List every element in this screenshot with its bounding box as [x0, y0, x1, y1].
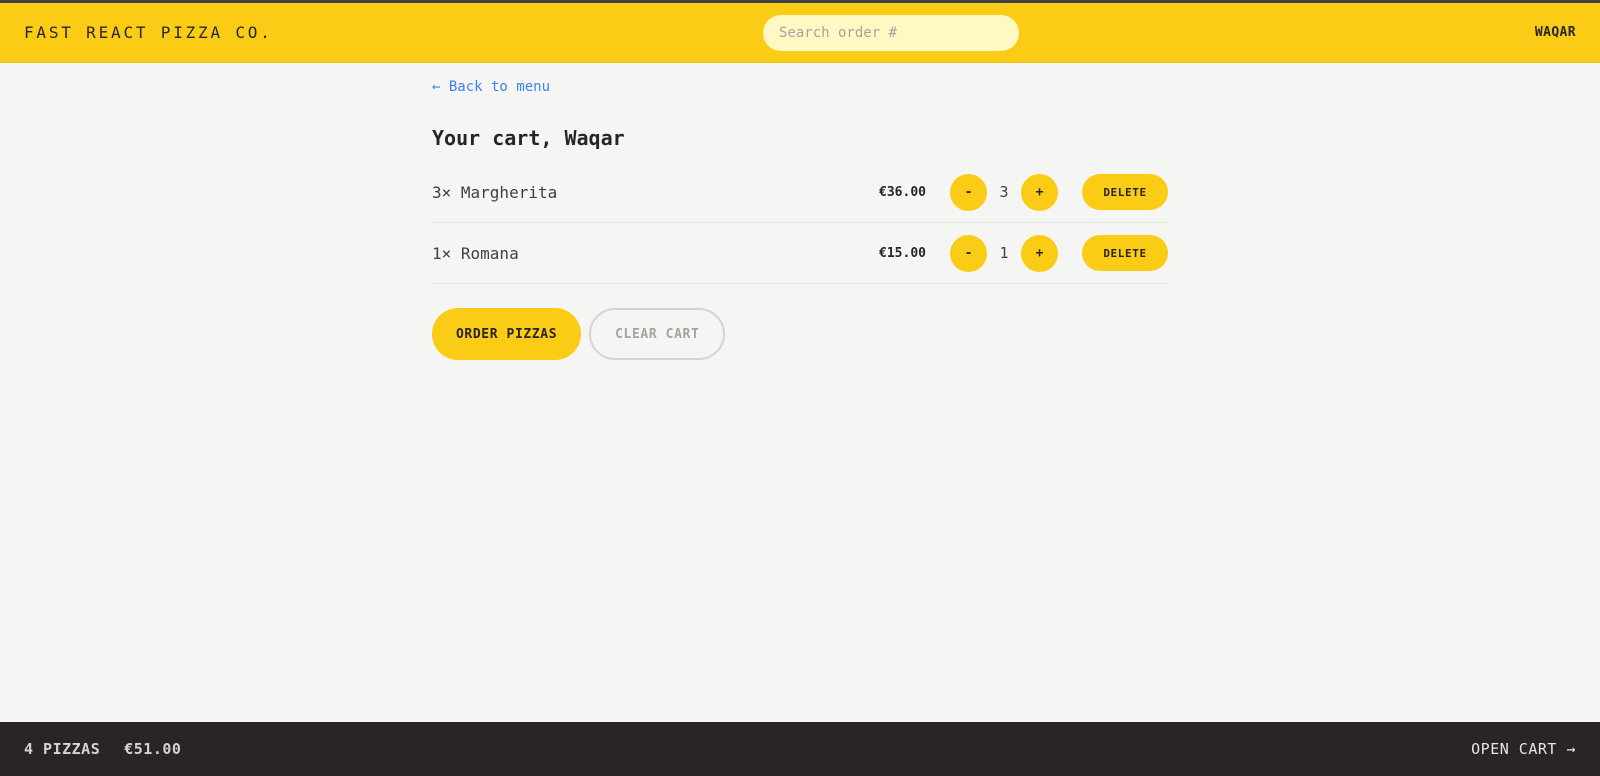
quantity-value: 1 — [999, 244, 1009, 262]
order-pizzas-button[interactable]: ORDER PIZZAS — [432, 308, 582, 360]
cart-total: €51.00 — [124, 740, 182, 758]
back-to-menu-link[interactable]: ← Back to menu — [432, 79, 550, 95]
delete-item-button[interactable]: DELETE — [1082, 174, 1168, 210]
search-order-input[interactable] — [763, 15, 1019, 51]
decrease-quantity-button[interactable]: - — [950, 234, 987, 272]
cart-list: 3× Margherita €36.00 - 3 + DELETE 1× Rom… — [432, 162, 1168, 284]
cart-item-name: 3× Margherita — [432, 182, 558, 202]
delete-item-button[interactable]: DELETE — [1082, 235, 1168, 271]
quantity-stepper: - 3 + — [950, 173, 1058, 211]
cart-actions: ORDER PIZZAS CLEAR CART — [432, 308, 1168, 360]
increase-quantity-button[interactable]: + — [1021, 173, 1058, 211]
cart-summary: 4 PIZZAS €51.00 — [24, 740, 181, 758]
quantity-value: 3 — [999, 183, 1009, 201]
cart-item-name: 1× Romana — [432, 243, 519, 263]
pizza-count: 4 PIZZAS — [24, 740, 101, 758]
cart-item-price: €36.00 — [879, 184, 926, 200]
cart-item-price: €15.00 — [879, 245, 926, 261]
quantity-stepper: - 1 + — [950, 234, 1058, 272]
cart-overview-footer: 4 PIZZAS €51.00 OPEN CART → — [0, 722, 1600, 776]
header: FAST REACT PIZZA CO. WAQAR — [0, 3, 1600, 63]
cart-page: ← Back to menu Your cart, Waqar 3× Margh… — [432, 63, 1168, 360]
increase-quantity-button[interactable]: + — [1021, 234, 1058, 272]
cart-item: 1× Romana €15.00 - 1 + DELETE — [432, 223, 1168, 284]
open-cart-link[interactable]: OPEN CART → — [1471, 740, 1576, 758]
brand-logo[interactable]: FAST REACT PIZZA CO. — [24, 23, 273, 42]
cart-title: Your cart, Waqar — [432, 126, 625, 150]
decrease-quantity-button[interactable]: - — [950, 173, 987, 211]
clear-cart-button[interactable]: CLEAR CART — [589, 308, 726, 360]
username: WAQAR — [1534, 25, 1576, 40]
app-root: FAST REACT PIZZA CO. WAQAR ← Back to men… — [0, 0, 1600, 776]
cart-item: 3× Margherita €36.00 - 3 + DELETE — [432, 162, 1168, 223]
cart-item-controls: €15.00 - 1 + DELETE — [879, 234, 1168, 272]
cart-item-controls: €36.00 - 3 + DELETE — [879, 173, 1168, 211]
